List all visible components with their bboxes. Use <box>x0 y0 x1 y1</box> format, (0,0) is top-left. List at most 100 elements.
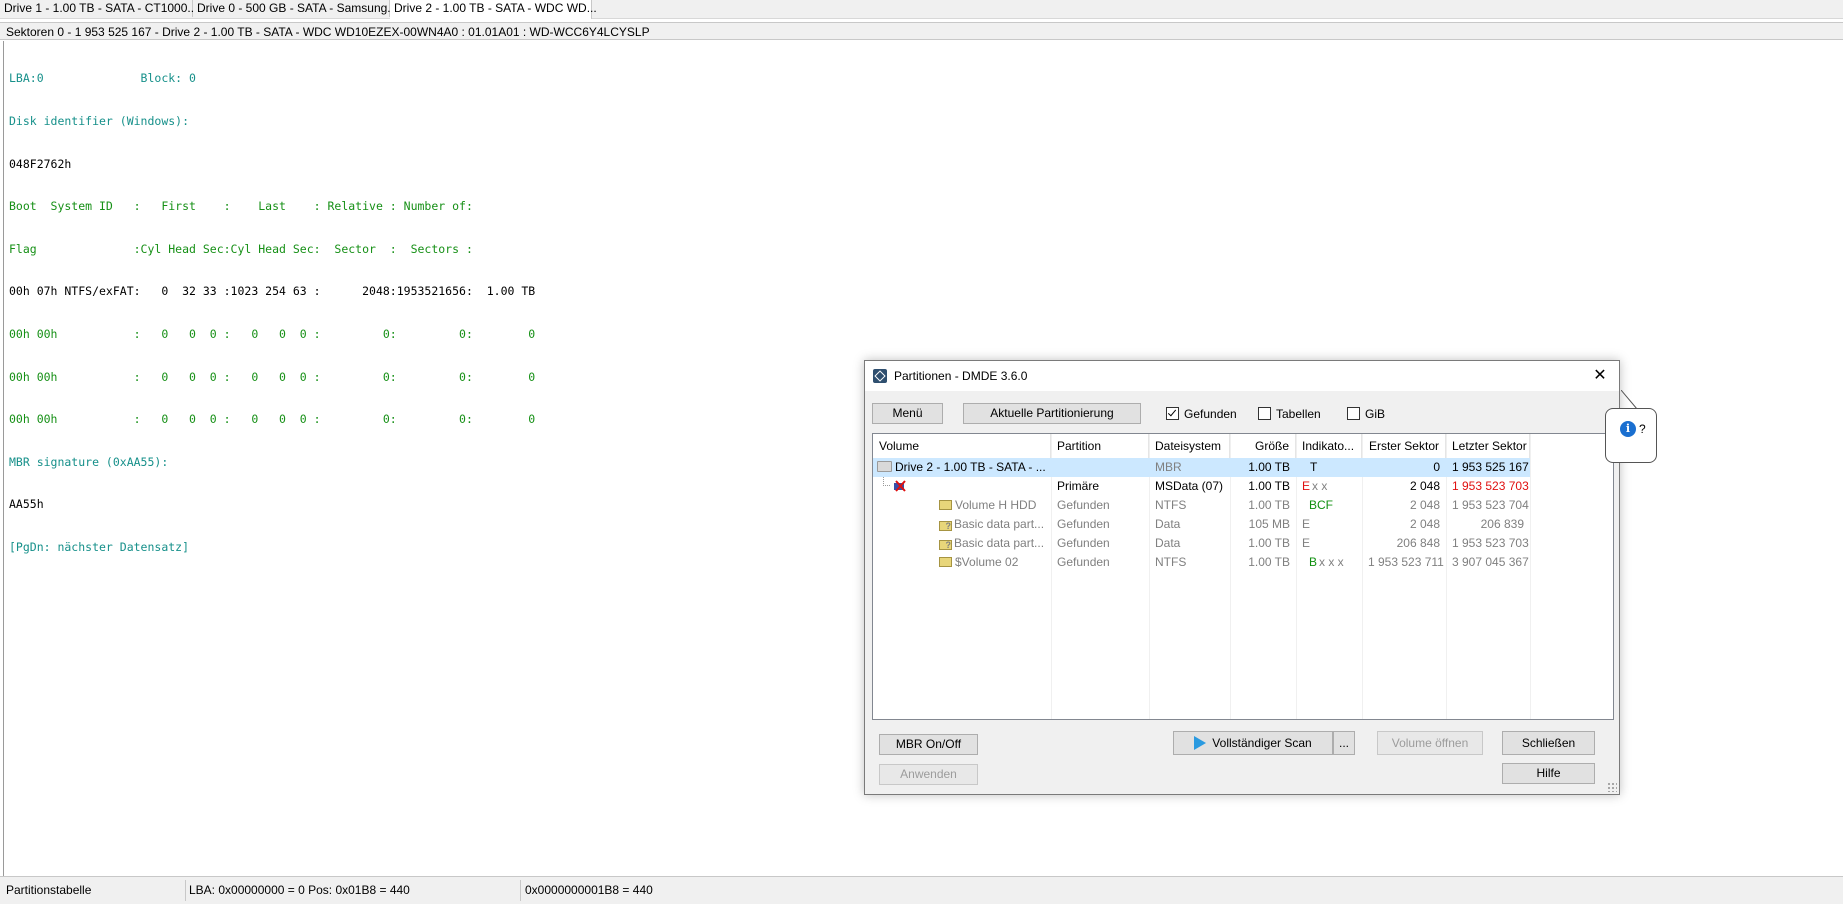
help-button[interactable]: Hilfe <box>1502 763 1595 784</box>
table-row[interactable]: ? Basic data part... Gefunden Data 1.00 T… <box>873 534 1530 553</box>
tables-checkbox[interactable]: Tabellen <box>1258 406 1321 422</box>
row-filesystem: MBR <box>1155 460 1182 474</box>
sector-info-bar: Sektoren 0 - 1 953 525 167 - Drive 2 - 1… <box>0 22 1843 40</box>
row-volume: Volume H HDD <box>939 496 1051 515</box>
row-partition <box>1051 458 1149 477</box>
dialog-titlebar[interactable]: Partitionen - DMDE 3.6.0 ✕ <box>865 361 1619 391</box>
checkbox-checked-icon <box>1166 407 1179 420</box>
col-indicators[interactable]: Indikato... <box>1296 434 1362 458</box>
row-size: 1.00 TB <box>1248 479 1290 493</box>
row-partition: Gefunden <box>1057 536 1110 550</box>
tab-drive-1[interactable]: Drive 1 - 1.00 TB - SATA - CT1000... <box>0 0 197 17</box>
deleted-partition-icon <box>893 479 907 492</box>
row-last-sector: 1 953 523 704 <box>1452 498 1529 512</box>
row-indicators: BCF <box>1309 498 1333 512</box>
table-row[interactable]: ? Basic data part... Gefunden Data 105 MB… <box>873 515 1530 534</box>
gib-checkbox[interactable]: GiB <box>1347 406 1385 422</box>
col-size[interactable]: Größe <box>1230 434 1296 458</box>
open-volume-button[interactable]: Volume öffnen <box>1377 731 1483 755</box>
hex-line-partition-4[interactable]: 00h 00h : 0 0 0 : 0 0 0 : 0: 0: 0 <box>9 412 535 426</box>
list-header: Volume Partition Dateisystem Größe Indik… <box>873 434 1613 458</box>
row-last-sector: 3 907 045 367 <box>1452 555 1529 569</box>
row-volume: ? Basic data part... <box>939 534 1051 553</box>
table-row[interactable]: Drive 2 - 1.00 TB - SATA - ... MBR 1.00 … <box>873 458 1530 477</box>
checkbox-unchecked-icon <box>1258 407 1271 420</box>
resize-grip[interactable] <box>1607 782 1617 792</box>
row-first-sector: 2 048 <box>1409 517 1440 531</box>
hex-line-disk-id-label: Disk identifier (Windows): <box>9 114 190 128</box>
unknown-folder-icon: ? <box>939 540 952 550</box>
more-options-button[interactable]: ... <box>1333 731 1355 755</box>
dialog-title: Partitionen - DMDE 3.6.0 <box>894 369 1028 383</box>
hex-line-lba: LBA:0 Block: 0 <box>9 71 196 86</box>
row-partition: Gefunden <box>1057 555 1110 569</box>
drive-icon <box>877 461 892 472</box>
info-icon: i <box>1620 421 1636 437</box>
col-first-sector[interactable]: Erster Sektor <box>1362 434 1446 458</box>
partition-list[interactable]: Volume Partition Dateisystem Größe Indik… <box>872 433 1614 720</box>
tables-checkbox-label: Tabellen <box>1276 407 1321 421</box>
dmde-app-icon <box>873 369 887 383</box>
row-indicators: Bx x x <box>1309 555 1344 569</box>
row-last-sector: 1 953 525 167 <box>1452 460 1529 474</box>
table-row[interactable]: Primäre MSData (07) 1.00 TB Ex x 2 048 1… <box>873 477 1530 496</box>
apply-button[interactable]: Anwenden <box>879 764 978 785</box>
row-volume: ? Basic data part... <box>939 515 1051 534</box>
unknown-folder-icon: ? <box>939 521 952 531</box>
row-size: 1.00 TB <box>1248 460 1290 474</box>
full-scan-button[interactable]: Vollständiger Scan <box>1173 731 1333 755</box>
row-indicators: T <box>1310 460 1318 474</box>
balloon-tail <box>1621 390 1643 410</box>
found-checkbox[interactable]: Gefunden <box>1166 406 1237 422</box>
row-indicators: E <box>1302 536 1311 550</box>
row-filesystem: MSData (07) <box>1155 479 1224 493</box>
found-checkbox-label: Gefunden <box>1184 407 1237 421</box>
col-volume[interactable]: Volume <box>873 434 1051 458</box>
status-position: LBA: 0x00000000 = 0 Pos: 0x01B8 = 440 <box>189 883 410 897</box>
tree-connector <box>883 477 890 486</box>
menu-button[interactable]: Menü <box>872 403 943 424</box>
row-partition: Primäre <box>1057 479 1100 493</box>
status-bar: Partitionstabelle LBA: 0x00000000 = 0 Po… <box>0 876 1843 904</box>
checkbox-unchecked-icon <box>1347 407 1360 420</box>
hex-line-header-1: Boot System ID : First : Last : Relative… <box>9 199 473 214</box>
help-balloon[interactable]: i ? <box>1605 408 1657 463</box>
row-size: 1.00 TB <box>1248 498 1290 512</box>
col-partition[interactable]: Partition <box>1051 434 1149 458</box>
hex-line-next-record[interactable]: [PgDn: nächster Datensatz] <box>9 540 535 554</box>
row-filesystem: NTFS <box>1155 498 1187 512</box>
current-partitioning-button[interactable]: Aktuelle Partitionierung <box>963 403 1141 424</box>
row-first-sector: 2 048 <box>1409 479 1440 493</box>
divider <box>3 41 4 876</box>
row-partition: Gefunden <box>1057 517 1110 531</box>
hex-line-partition-3[interactable]: 00h 00h : 0 0 0 : 0 0 0 : 0: 0: 0 <box>9 370 535 384</box>
row-first-sector: 2 048 <box>1409 498 1440 512</box>
table-row[interactable]: $Volume 02 Gefunden NTFS 1.00 TB Bx x x … <box>873 553 1530 572</box>
partition-table-view[interactable]: LBA:0 Block: 0 Disk identifier (Windows)… <box>9 43 535 568</box>
col-filesystem[interactable]: Dateisystem <box>1149 434 1230 458</box>
tab-drive-0[interactable]: Drive 0 - 500 GB - SATA - Samsung... <box>193 0 397 17</box>
row-first-sector: 206 848 <box>1396 536 1440 550</box>
row-size: 1.00 TB <box>1248 555 1290 569</box>
close-icon[interactable]: ✕ <box>1581 361 1619 391</box>
row-partition: Gefunden <box>1057 498 1110 512</box>
col-last-sector[interactable]: Letzter Sektor <box>1446 434 1530 458</box>
row-last-sector: 1 953 523 703 <box>1452 479 1529 493</box>
close-button[interactable]: Schließen <box>1502 731 1595 755</box>
play-icon <box>1194 736 1207 750</box>
hex-line-partition-2[interactable]: 00h 00h : 0 0 0 : 0 0 0 : 0: 0: 0 <box>9 327 535 341</box>
tab-drive-2[interactable]: Drive 2 - 1.00 TB - SATA - WDC WD... <box>390 0 597 19</box>
partitions-dialog: Partitionen - DMDE 3.6.0 ✕ Menü Aktuelle… <box>864 360 1620 795</box>
status-section: Partitionstabelle <box>6 883 92 897</box>
table-row[interactable]: Volume H HDD Gefunden NTFS 1.00 TB BCF 2… <box>873 496 1530 515</box>
status-offset: 0x0000000001B8 = 440 <box>525 883 653 897</box>
row-filesystem: Data <box>1155 517 1181 531</box>
balloon-text: ? <box>1639 422 1646 436</box>
hex-line-partition-1[interactable]: 00h 07h NTFS/exFAT: 0 32 33 :1023 254 63… <box>9 284 535 298</box>
mbr-onoff-button[interactable]: MBR On/Off <box>879 734 978 755</box>
row-filesystem: NTFS <box>1155 555 1187 569</box>
row-indicators: Ex x <box>1302 479 1328 493</box>
row-first-sector: 1 953 523 711 <box>1368 555 1444 569</box>
row-first-sector: 0 <box>1433 460 1440 474</box>
row-last-sector: 206 839 <box>1480 517 1524 531</box>
